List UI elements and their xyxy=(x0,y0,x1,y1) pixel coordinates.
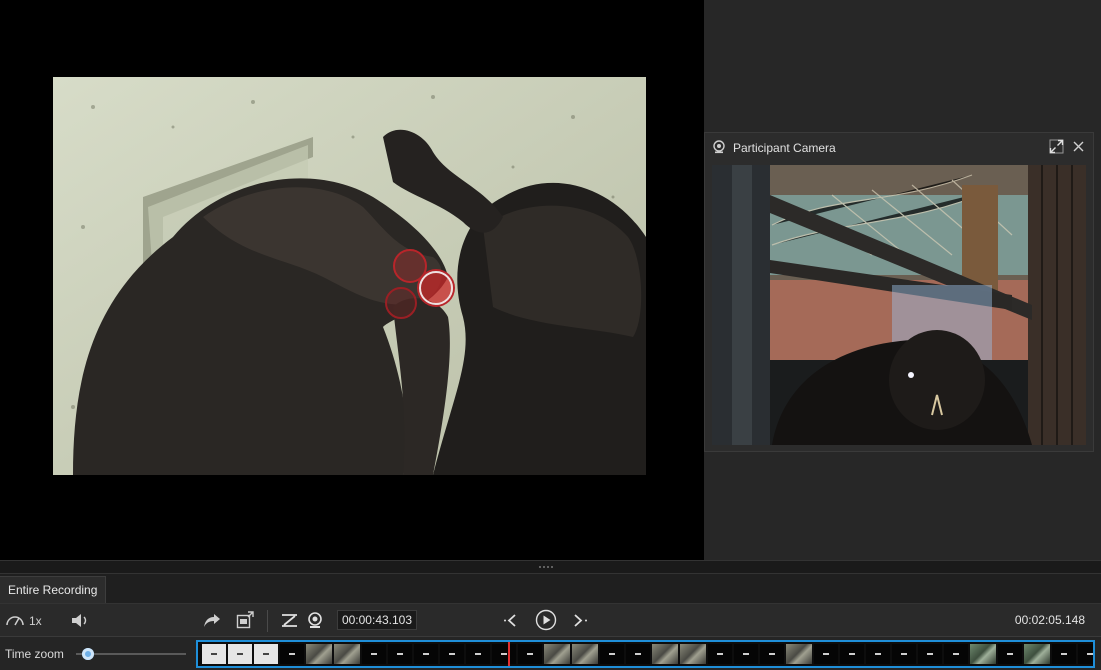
timeline-thumbnail[interactable] xyxy=(892,644,916,664)
playback-speed[interactable]: 1x xyxy=(29,614,42,628)
timeline-thumbnail[interactable] xyxy=(734,644,758,664)
timeline-thumbnail[interactable] xyxy=(440,644,464,664)
next-event-icon[interactable] xyxy=(570,613,588,628)
participant-camera-panel[interactable]: Participant Camera xyxy=(704,132,1094,452)
timeline-thumbnail[interactable] xyxy=(518,644,542,664)
close-icon[interactable] xyxy=(1073,141,1084,152)
time-zoom-label: Time zoom xyxy=(5,647,64,661)
timeline-thumbnail[interactable] xyxy=(254,644,278,664)
thumbnail-list xyxy=(198,642,1093,666)
timeline-thumbnail[interactable] xyxy=(228,644,252,664)
timeline-thumbnail[interactable] xyxy=(572,644,598,664)
timeline-thumbnail[interactable] xyxy=(600,644,624,664)
gaze-toggle-icon[interactable] xyxy=(281,613,298,628)
timeline-thumbnail[interactable] xyxy=(918,644,942,664)
participant-camera-feed xyxy=(712,165,1086,445)
webcam-icon xyxy=(712,140,726,154)
playback-controls: 1x 00:00:43.103 00:02:05.148 xyxy=(0,604,1101,637)
timeline-thumbnail[interactable] xyxy=(1052,644,1076,664)
timeline-thumbnail[interactable] xyxy=(1078,644,1093,664)
expand-icon[interactable] xyxy=(1049,139,1064,154)
timeline-thumbnail[interactable] xyxy=(680,644,706,664)
speedometer-icon[interactable] xyxy=(5,613,25,627)
timeline-thumbnail[interactable] xyxy=(998,644,1022,664)
stimulus-image xyxy=(53,77,646,475)
stimulus-viewer[interactable] xyxy=(0,0,704,560)
timeline-thumbnail[interactable] xyxy=(466,644,490,664)
webcam-icon[interactable] xyxy=(307,612,323,629)
timeline-thumbnail[interactable] xyxy=(492,644,516,664)
chimpanzees-image xyxy=(53,77,646,475)
speaker-icon[interactable] xyxy=(71,613,89,628)
total-time: 00:02:05.148 xyxy=(1014,613,1085,627)
panel-title: Participant Camera xyxy=(733,141,836,155)
playhead[interactable] xyxy=(508,642,510,666)
timeline-thumbnail[interactable] xyxy=(944,644,968,664)
timeline-thumbnail[interactable] xyxy=(652,644,678,664)
gaze-point xyxy=(385,287,417,319)
timeline-thumbnail[interactable] xyxy=(280,644,304,664)
timeline-thumbnail[interactable] xyxy=(708,644,732,664)
share-arrow-icon[interactable] xyxy=(203,613,221,628)
time-zoom-thumb[interactable] xyxy=(81,648,94,660)
timeline-thumbnail[interactable] xyxy=(202,644,226,664)
timeline-thumbnail[interactable] xyxy=(388,644,412,664)
current-time[interactable]: 00:00:43.103 xyxy=(337,610,417,630)
timeline-thumbnail[interactable] xyxy=(866,644,890,664)
timeline-thumbnail[interactable] xyxy=(840,644,864,664)
divider xyxy=(267,610,268,632)
timeline-thumbnail[interactable] xyxy=(334,644,360,664)
timeline-thumbnail[interactable] xyxy=(814,644,838,664)
panel-splitter[interactable] xyxy=(0,560,1101,574)
play-icon[interactable] xyxy=(535,609,557,631)
tab-entire-recording[interactable]: Entire Recording xyxy=(0,576,107,603)
timeline-thumbnail[interactable] xyxy=(786,644,812,664)
export-snapshot-icon[interactable] xyxy=(236,611,254,629)
timeline-thumbnail[interactable] xyxy=(306,644,332,664)
timeline-thumbnail[interactable] xyxy=(760,644,784,664)
timeline-thumbnail-strip[interactable] xyxy=(196,640,1095,668)
timeline-thumbnail[interactable] xyxy=(970,644,996,664)
previous-event-icon[interactable] xyxy=(503,613,521,628)
panel-header[interactable]: Participant Camera xyxy=(705,133,1093,163)
timeline-thumbnail[interactable] xyxy=(626,644,650,664)
timeline-thumbnail[interactable] xyxy=(544,644,570,664)
camera-frame-image xyxy=(712,165,1086,445)
timeline-tabs: Entire Recording xyxy=(0,574,1101,604)
grip-icon[interactable] xyxy=(538,565,554,569)
timeline-thumbnail[interactable] xyxy=(362,644,386,664)
gaze-point-active xyxy=(419,271,453,305)
timeline-thumbnail[interactable] xyxy=(1024,644,1050,664)
timeline: Time zoom xyxy=(0,637,1101,670)
timeline-thumbnail[interactable] xyxy=(414,644,438,664)
